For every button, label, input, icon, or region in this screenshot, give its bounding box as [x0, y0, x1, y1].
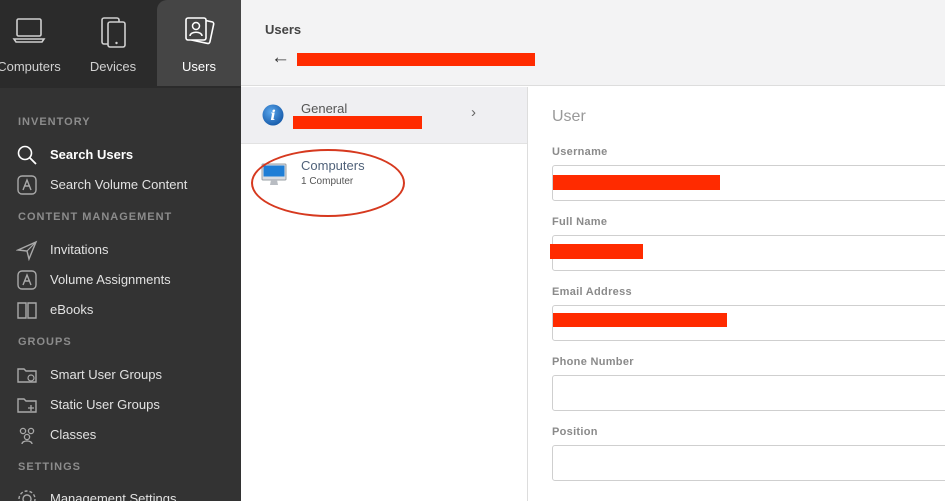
tab-devices[interactable]: Devices	[73, 0, 153, 86]
redacted-full-name	[550, 244, 643, 259]
sidebar-item-classes[interactable]: Classes	[16, 422, 241, 448]
redacted-email	[553, 313, 727, 327]
gear-icon	[16, 488, 38, 501]
paper-plane-icon	[15, 239, 38, 262]
sidebar: Computers Devices Users INVENTORY Search…	[0, 0, 241, 501]
phone-number-field[interactable]	[552, 375, 945, 411]
list-item-general[interactable]: i General ›	[241, 87, 527, 144]
section-heading-settings: SETTINGS	[18, 461, 82, 473]
smart-folder-icon	[16, 364, 38, 386]
full-name-label: Full Name	[552, 216, 608, 228]
sidebar-item-management-settings[interactable]: Management Settings	[16, 486, 241, 501]
section-heading-groups: GROUPS	[18, 336, 72, 348]
laptop-icon	[12, 15, 46, 48]
section-heading-inventory: INVENTORY	[18, 116, 91, 128]
section-title: User	[552, 108, 586, 125]
back-arrow-icon[interactable]: ←	[271, 48, 290, 68]
sidebar-item-static-user-groups[interactable]: Static User Groups	[16, 392, 241, 418]
tab-users-label: Users	[182, 59, 216, 74]
page-title: Users	[265, 22, 302, 37]
info-icon: i	[262, 104, 284, 131]
sidebar-item-ebooks[interactable]: eBooks	[16, 297, 241, 323]
tab-devices-label: Devices	[89, 59, 137, 74]
sidebar-item-label: Invitations	[50, 242, 109, 257]
page-header: Users ←	[241, 0, 945, 86]
search-icon	[16, 144, 38, 166]
book-icon	[16, 299, 38, 321]
username-label: Username	[552, 146, 608, 158]
highlight-circle-annotation	[251, 149, 405, 217]
sidebar-item-label: Static User Groups	[50, 397, 160, 412]
sidebar-item-smart-user-groups[interactable]: Smart User Groups	[16, 362, 241, 388]
top-navigation: Computers Devices Users	[0, 0, 241, 88]
position-label: Position	[552, 426, 598, 438]
user-card-icon	[182, 15, 216, 50]
tab-computers[interactable]: Computers	[0, 0, 69, 86]
sidebar-item-label: eBooks	[50, 302, 94, 317]
redacted-user-name	[297, 53, 535, 66]
folder-plus-icon	[16, 394, 38, 416]
sidebar-item-search-users[interactable]: Search Users	[16, 142, 241, 168]
sidebar-item-volume-assignments[interactable]: Volume Assignments	[16, 267, 241, 293]
sidebar-item-invitations[interactable]: Invitations	[15, 237, 241, 263]
section-heading-content-management: CONTENT MANAGEMENT	[18, 211, 173, 223]
redacted-username	[553, 175, 720, 190]
list-item-title: General	[301, 101, 348, 116]
sidebar-item-label: Classes	[50, 427, 97, 442]
sidebar-item-label: Volume Assignments	[50, 272, 171, 287]
app-store-icon	[16, 174, 38, 196]
people-icon	[16, 424, 38, 446]
sidebar-item-label: Search Volume Content	[50, 177, 188, 192]
redacted-general-subtitle	[293, 116, 422, 129]
chevron-right-icon: ›	[471, 104, 476, 121]
sidebar-item-label: Management Settings	[50, 491, 177, 501]
tab-users[interactable]: Users	[157, 0, 241, 86]
svg-text:i: i	[270, 108, 275, 124]
tab-computers-label: Computers	[0, 59, 61, 74]
mobile-device-icon	[98, 15, 128, 52]
sidebar-item-search-volume-content[interactable]: Search Volume Content	[16, 172, 241, 198]
sidebar-item-label: Search Users	[50, 147, 134, 162]
user-detail-panel: User Username Full Name Email Address Ph…	[528, 87, 945, 501]
app-store-icon	[16, 269, 38, 291]
position-field[interactable]	[552, 445, 945, 481]
phone-number-label: Phone Number	[552, 356, 634, 368]
sidebar-item-label: Smart User Groups	[50, 367, 162, 382]
email-address-label: Email Address	[552, 286, 632, 298]
user-detail-list: i General › Computers 1 Computer	[241, 87, 528, 501]
